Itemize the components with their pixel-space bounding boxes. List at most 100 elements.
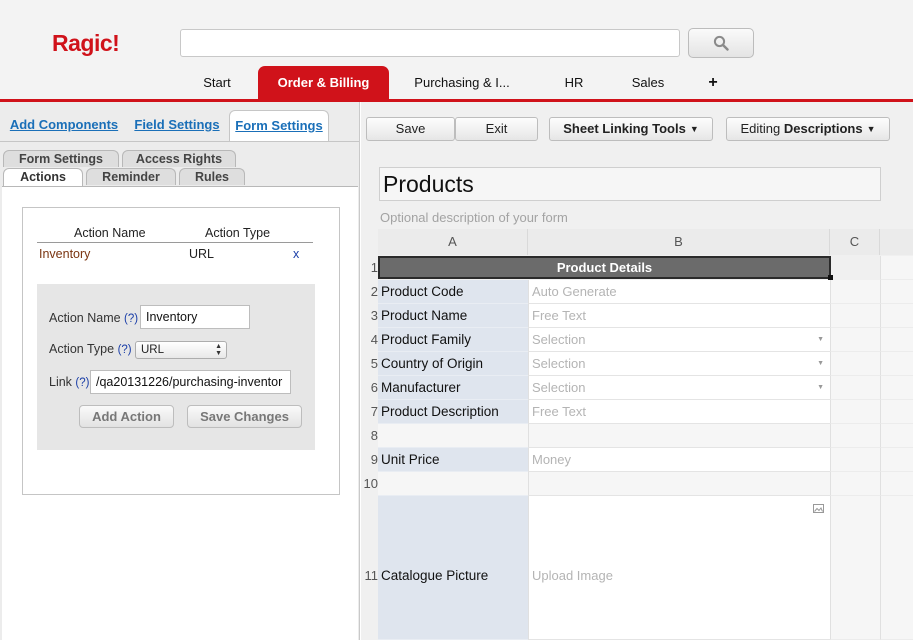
grid-cell[interactable] [880,352,913,376]
field-label-cell[interactable]: Country of Origin [378,352,528,376]
field-label-cell[interactable]: Product Code [378,280,528,304]
tab-field-settings[interactable]: Field Settings [132,110,222,142]
form-description[interactable]: Optional description of your form [380,210,568,225]
column-header-c[interactable]: C [830,229,880,255]
image-icon [813,504,824,513]
field-label-cell[interactable]: Product Description [378,400,528,424]
grid-cell[interactable] [830,400,880,424]
field-value-cell[interactable] [528,424,830,448]
exit-button[interactable]: Exit [455,117,538,141]
subtab-access-rights[interactable]: Access Rights [122,150,236,167]
subtab-form-settings[interactable]: Form Settings [3,150,119,167]
sheet-linking-tools-button[interactable]: Sheet Linking Tools ▼ [549,117,713,141]
help-icon[interactable]: (?) [124,313,138,325]
field-value-cell[interactable]: Money [528,448,830,472]
subtab-reminder[interactable]: Reminder [86,168,176,185]
subtab-actions[interactable]: Actions [3,168,83,186]
grid-cell[interactable] [830,328,880,352]
grid-cell[interactable] [880,472,913,496]
editing-mode-button[interactable]: Editing Descriptions ▼ [726,117,890,141]
row-number: 4 [370,332,378,347]
link-input[interactable]: /qa20131226/purchasing-inventor [90,370,291,394]
row-number: 11 [364,568,379,583]
save-changes-button[interactable]: Save Changes [187,405,302,428]
grid-cell[interactable] [830,496,880,640]
form-title[interactable]: Products [379,167,881,201]
row-number: 9 [370,452,378,467]
row-number: 1 [370,260,378,275]
grid-cell[interactable] [830,280,880,304]
help-icon[interactable]: (?) [75,377,89,389]
action-name-label: Action Name (?) [49,311,139,325]
image-upload-cell[interactable]: Upload Image [528,496,830,640]
nav-tab-sales[interactable]: Sales [624,66,672,100]
field-value-cell[interactable]: Free Text [528,400,830,424]
design-panel: Add Components Field Settings Form Setti… [0,102,360,640]
field-label-cell[interactable]: Manufacturer [378,376,528,400]
help-icon[interactable]: (?) [118,344,132,356]
grid-cell[interactable] [830,376,880,400]
tab-form-settings[interactable]: Form Settings [229,110,329,142]
column-header-b[interactable]: B [528,229,830,255]
grid-cell[interactable] [830,352,880,376]
subtab-rules[interactable]: Rules [179,168,245,185]
header-cell-product-details[interactable]: Product Details [378,256,831,279]
field-label-cell[interactable]: Unit Price [378,448,528,472]
add-action-button[interactable]: Add Action [79,405,174,428]
link-label: Link (?) [49,375,90,389]
action-type-select[interactable]: URL ▲ ▼ [135,341,227,359]
tab-add-components[interactable]: Add Components [8,110,120,142]
nav-tab-hr[interactable]: HR [556,66,592,100]
action-row-name[interactable]: Inventory [39,247,90,261]
action-row-type: URL [189,247,215,261]
app-header: Ragic! Start Order & Billing Purchasing … [0,0,913,102]
field-value-cell[interactable]: Free Text [528,304,830,328]
ragic-logo[interactable]: Ragic! [52,30,120,57]
grid-cell[interactable] [880,280,913,304]
delete-action-button[interactable]: x [293,247,299,261]
save-button[interactable]: Save [366,117,455,141]
column-header-a[interactable]: A [378,229,528,255]
field-label-cell[interactable] [378,424,528,448]
table-header-rule [37,242,313,243]
action-name-input[interactable]: Inventory [140,305,250,329]
search-input[interactable] [180,29,680,57]
col-action-name: Action Name [74,226,146,240]
field-label-cell[interactable] [378,472,528,496]
nav-tab-order-billing[interactable]: Order & Billing [258,66,389,100]
grid-cell[interactable] [880,400,913,424]
row-number: 10 [363,476,378,491]
grid-cell[interactable] [880,304,913,328]
field-label-cell[interactable]: Product Family [378,328,528,352]
grid-cell[interactable] [880,448,913,472]
grid-cell[interactable] [880,328,913,352]
field-value-cell[interactable]: Selection ▼ [528,328,830,352]
nav-tab-purchasing[interactable]: Purchasing & I... [404,66,520,100]
grid-cell[interactable] [830,304,880,328]
row-number: 5 [370,356,378,371]
row-number: 6 [370,380,378,395]
field-value-cell[interactable] [528,472,830,496]
grid-cell[interactable] [830,424,880,448]
grid-cell[interactable] [880,496,913,640]
action-form: Action Name (?) Inventory Action Type (?… [37,284,315,450]
caret-down-icon: ▼ [817,360,824,367]
grid-cell[interactable] [880,424,913,448]
field-value-cell[interactable]: Selection ▼ [528,376,830,400]
grid-cell[interactable] [830,472,880,496]
grid-cell[interactable] [880,376,913,400]
top-nav: Start Order & Billing Purchasing & I... … [0,66,913,100]
action-type-label: Action Type (?) [49,342,132,356]
search-button[interactable] [688,28,754,58]
grid-cell[interactable] [880,256,913,280]
grid-cell[interactable] [830,448,880,472]
nav-tab-start[interactable]: Start [188,66,246,100]
add-tab-button[interactable]: + [700,66,726,100]
form-design-area: Save Exit Sheet Linking Tools ▼ Editing D… [361,102,913,640]
field-value-cell[interactable]: Auto Generate [528,280,830,304]
field-value-cell[interactable]: Selection ▼ [528,352,830,376]
sheet-grid: A B C 1 Product Details 2 Product Code A… [361,229,913,640]
actions-frame: Action Name Action Type Inventory URL x … [22,207,340,495]
field-label-cell[interactable]: Product Name [378,304,528,328]
field-label-cell[interactable]: Catalogue Picture [378,496,528,640]
